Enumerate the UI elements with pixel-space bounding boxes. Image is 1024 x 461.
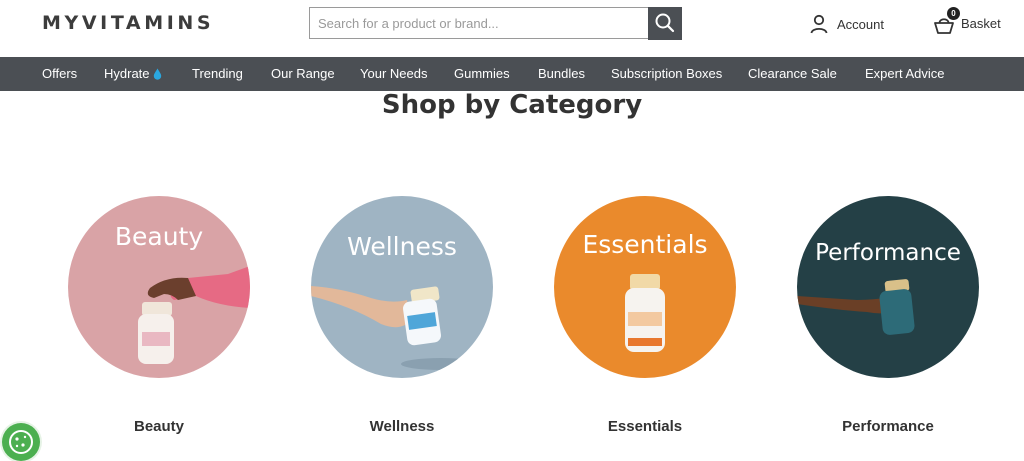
category-circle-label-wellness: Wellness [347,232,457,261]
category-image-beauty: Beauty [68,196,250,378]
category-circle-label-performance: Performance [815,240,961,266]
basket-count-badge: 0 [947,7,960,20]
search-input[interactable] [309,7,649,39]
main-nav: Offers Hydrate Trending Our Range Your N… [0,57,1024,91]
nav-item-hydrate-label: Hydrate [104,66,150,81]
nav-item-our-range[interactable]: Our Range [271,57,335,91]
site-header: MYVITAMINS Account 0 Basket [0,0,1024,57]
category-circle-label-beauty: Beauty [114,222,204,251]
cookie-settings-button[interactable] [2,423,40,461]
user-icon [810,14,828,34]
water-drop-icon [153,68,161,80]
nav-item-offers[interactable]: Offers [42,57,77,91]
category-circle-label-essentials: Essentials [582,230,708,259]
site-logo[interactable]: MYVITAMINS [42,12,214,34]
page-title: Shop by Category [381,90,643,120]
search-button[interactable] [648,7,682,40]
nav-item-your-needs[interactable]: Your Needs [360,57,427,91]
category-caption-performance: Performance [842,418,934,435]
nav-item-gummies[interactable]: Gummies [454,57,510,91]
category-caption-wellness: Wellness [369,418,435,435]
nav-item-bundles[interactable]: Bundles [538,57,585,91]
nav-item-subscription-boxes[interactable]: Subscription Boxes [611,57,722,91]
account-link[interactable]: Account [810,12,884,36]
cookie-icon [9,430,33,454]
category-caption-essentials: Essentials [607,418,683,435]
account-label: Account [837,16,884,32]
nav-item-expert-advice[interactable]: Expert Advice [865,57,945,91]
category-caption-beauty: Beauty [133,418,185,435]
search-icon [655,13,675,33]
basket-label: Basket [961,16,1001,31]
nav-item-clearance-sale[interactable]: Clearance Sale [748,57,837,91]
category-image-essentials: Essentials [554,196,736,378]
category-image-wellness: Wellness [311,196,493,378]
nav-item-hydrate[interactable]: Hydrate [104,57,162,91]
category-image-performance: Performance [797,196,979,378]
nav-item-trending[interactable]: Trending [192,57,243,91]
